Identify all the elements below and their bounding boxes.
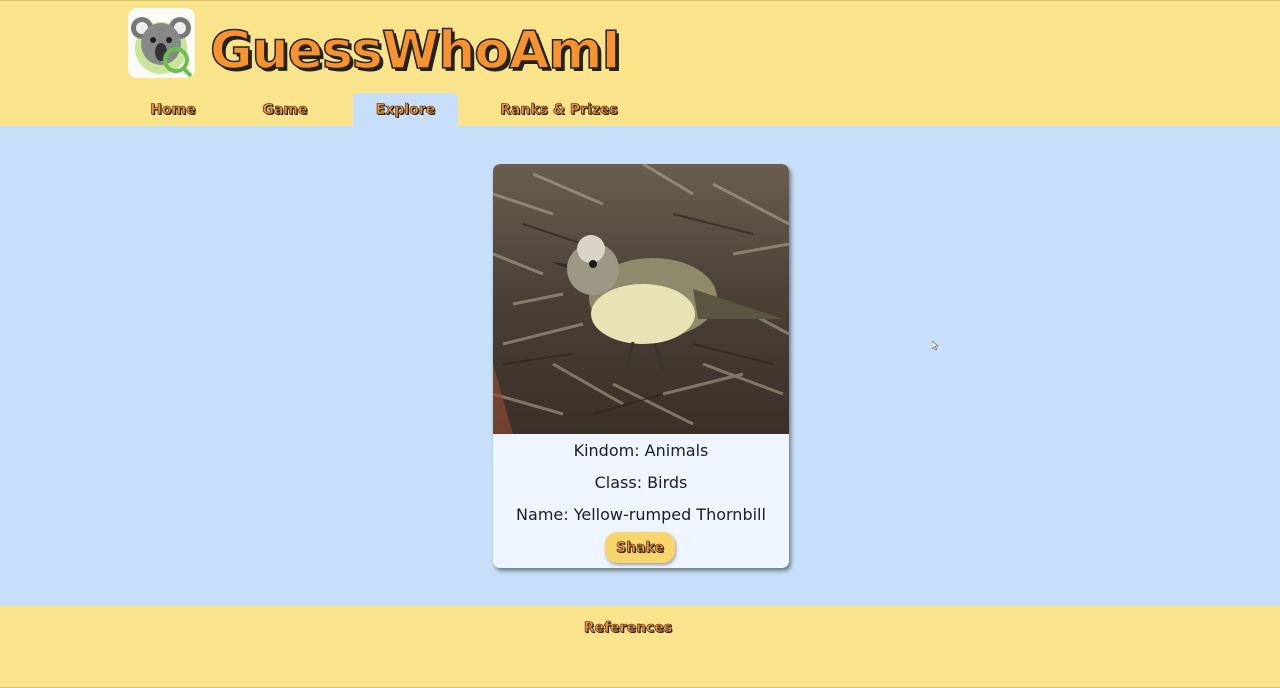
site-header: GuessWhoAmI Home Game Explore Ranks & Pr… bbox=[0, 0, 1280, 127]
name-text: Name: Yellow-rumped Thornbill bbox=[516, 505, 766, 524]
tab-home[interactable]: Home bbox=[130, 93, 216, 127]
tab-explore[interactable]: Explore bbox=[353, 93, 458, 127]
mouse-cursor-icon bbox=[931, 336, 940, 355]
tab-ranks-prizes[interactable]: Ranks & Prizes bbox=[492, 93, 626, 127]
logo-koala-icon[interactable] bbox=[128, 8, 195, 78]
kingdom-text: Kindom: Animals bbox=[573, 441, 709, 460]
site-footer: References bbox=[0, 606, 1280, 688]
class-text: Class: Birds bbox=[594, 473, 688, 492]
app-title: GuessWhoAmI bbox=[209, 20, 621, 82]
bird-photo bbox=[493, 164, 789, 434]
tab-game[interactable]: Game bbox=[244, 93, 326, 127]
shake-button[interactable]: Shake bbox=[605, 532, 675, 563]
references-link[interactable]: References bbox=[0, 620, 1256, 637]
explore-card: Kindom: Animals Class: Birds Name: Yello… bbox=[493, 164, 789, 568]
